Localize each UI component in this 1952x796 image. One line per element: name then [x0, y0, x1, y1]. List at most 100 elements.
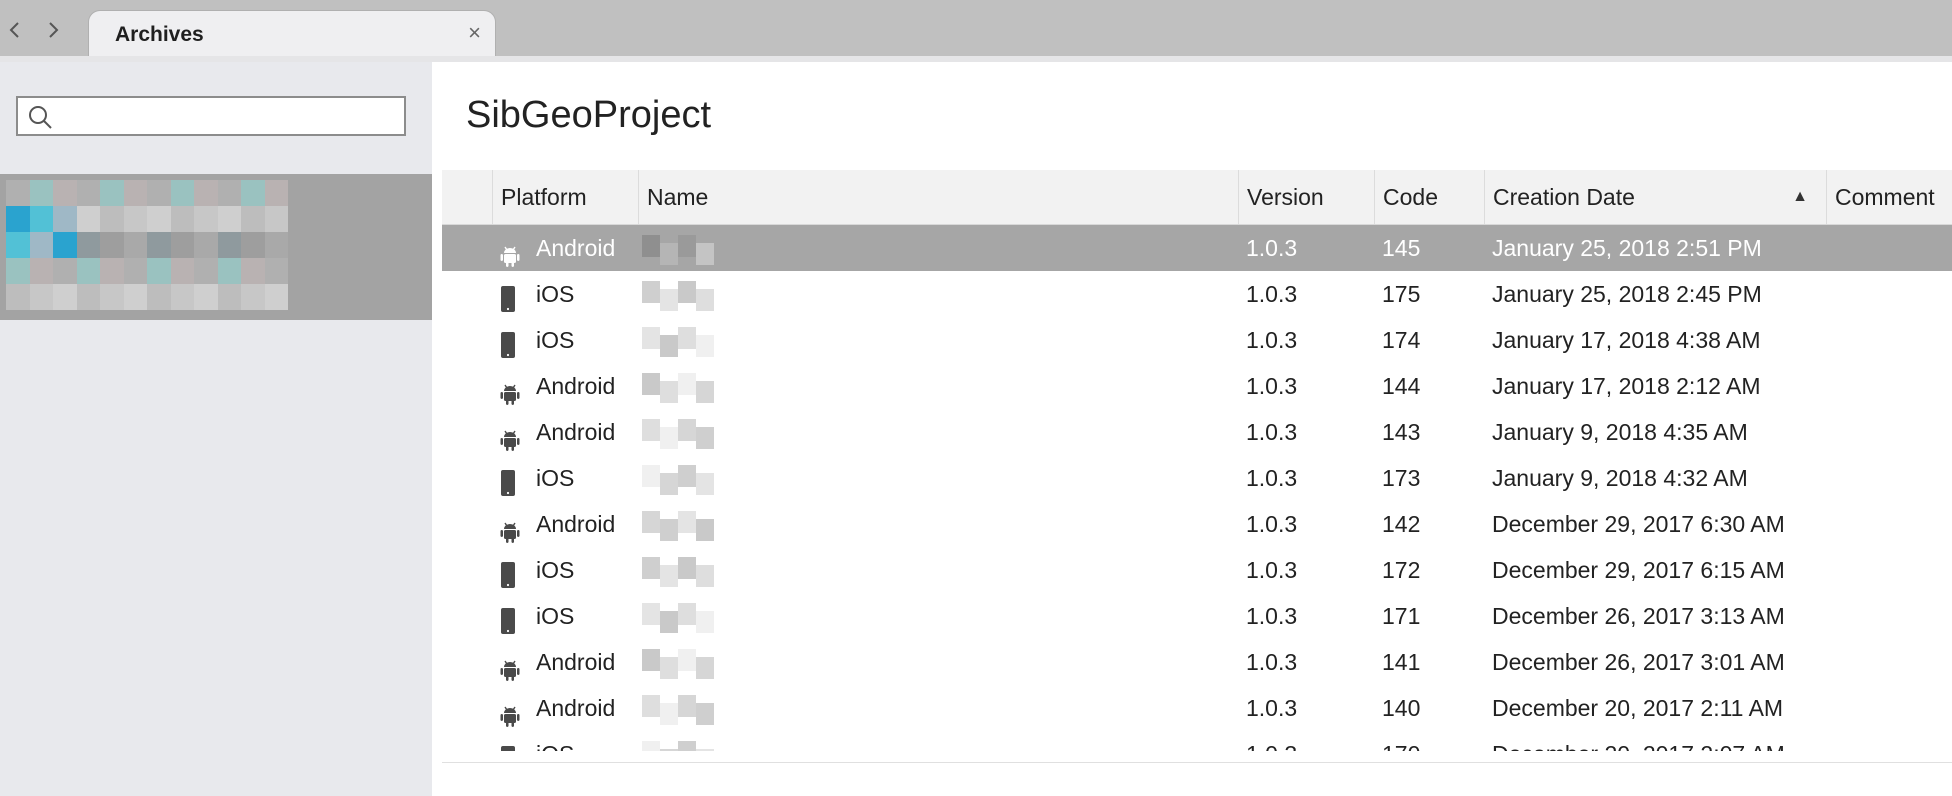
blur-pixel	[217, 180, 241, 206]
redacted-block	[678, 419, 696, 441]
blur-pixel	[241, 258, 265, 284]
column-header-blank[interactable]	[442, 170, 492, 224]
redacted-block	[660, 335, 678, 357]
blur-pixel	[123, 284, 147, 310]
platform-cell: iOS	[536, 731, 574, 751]
tab-archives[interactable]: Archives ×	[88, 10, 496, 57]
column-header-version[interactable]: Version	[1238, 170, 1374, 224]
version-cell: 1.0.3	[1246, 235, 1298, 261]
name-cell-redacted	[642, 413, 732, 451]
blur-pixel	[29, 206, 53, 232]
name-cell-redacted	[642, 321, 732, 359]
version-cell: 1.0.3	[1246, 557, 1298, 583]
iphone-icon	[501, 562, 515, 588]
android-icon	[500, 430, 520, 451]
version-cell: 1.0.3	[1246, 465, 1298, 491]
version-cell: 1.0.3	[1246, 419, 1298, 445]
tab-title: Archives	[115, 23, 204, 46]
android-icon	[500, 660, 520, 681]
table-row[interactable]: Android 1.0.3 140 December 20, 2017 2:11…	[442, 685, 1952, 731]
blur-pixel	[6, 284, 30, 310]
iphone-icon	[501, 332, 515, 358]
table-row[interactable]: iOS 1.0.3 175 January 25, 2018 2:45 PM	[442, 271, 1952, 317]
table-row[interactable]: Android 1.0.3 145 January 25, 2018 2:51 …	[442, 225, 1952, 271]
code-cell: 175	[1382, 281, 1421, 307]
column-header-name[interactable]: Name	[638, 170, 1238, 224]
android-icon	[500, 384, 520, 405]
blur-pixel	[6, 258, 30, 284]
version-cell: 1.0.3	[1246, 731, 1297, 751]
column-header-platform[interactable]: Platform	[492, 170, 638, 224]
redacted-block	[642, 695, 660, 717]
table-row[interactable]: iOS 1.0.3 170 December 20, 2017 2:07 AM	[442, 731, 1952, 751]
column-header-code[interactable]: Code	[1374, 170, 1484, 224]
creation-date-cell: December 29, 2017 6:30 AM	[1492, 511, 1785, 537]
code-cell: 141	[1382, 649, 1421, 675]
redacted-block	[696, 289, 714, 311]
column-header-creation-date[interactable]: Creation Date ▲	[1484, 170, 1826, 224]
redacted-block	[660, 657, 678, 679]
redacted-block	[696, 611, 714, 633]
tab-bar: Archives ×	[0, 0, 1952, 57]
code-cell: 173	[1382, 465, 1421, 491]
blur-pixel	[264, 284, 288, 310]
table-row[interactable]: iOS 1.0.3 173 January 9, 2018 4:32 AM	[442, 455, 1952, 501]
blur-pixel	[170, 284, 194, 310]
blur-pixel	[100, 258, 124, 284]
table-row[interactable]: iOS 1.0.3 172 December 29, 2017 6:15 AM	[442, 547, 1952, 593]
table-row[interactable]: Android 1.0.3 144 January 17, 2018 2:12 …	[442, 363, 1952, 409]
table-row[interactable]: iOS 1.0.3 174 January 17, 2018 4:38 AM	[442, 317, 1952, 363]
redacted-block	[696, 519, 714, 541]
code-cell: 171	[1382, 603, 1421, 629]
platform-cell: Android	[536, 419, 616, 445]
forward-button[interactable]	[38, 10, 68, 50]
iphone-icon	[501, 286, 515, 312]
sidebar-item-selected[interactable]	[0, 174, 432, 320]
name-cell-redacted	[642, 643, 732, 681]
archives-table: Platform Name Version Code Creation Date…	[442, 170, 1952, 751]
blur-pixel	[76, 180, 100, 206]
iphone-icon	[501, 608, 515, 634]
code-cell: 142	[1382, 511, 1421, 537]
blur-pixel	[123, 206, 147, 232]
platform-cell: iOS	[536, 465, 575, 491]
code-cell: 145	[1382, 235, 1421, 261]
blur-pixel	[76, 232, 100, 258]
sidebar	[0, 62, 432, 796]
creation-date-cell: January 17, 2018 2:12 AM	[1492, 373, 1761, 399]
platform-cell: Android	[536, 695, 616, 721]
blur-pixel	[194, 180, 218, 206]
version-cell: 1.0.3	[1246, 695, 1298, 721]
redacted-block	[696, 657, 714, 679]
table-row[interactable]: Android 1.0.3 141 December 26, 2017 3:01…	[442, 639, 1952, 685]
version-cell: 1.0.3	[1246, 327, 1298, 353]
blur-pixel	[264, 258, 288, 284]
creation-date-cell: January 25, 2018 2:51 PM	[1492, 235, 1762, 261]
back-button[interactable]	[0, 10, 30, 50]
name-cell-redacted	[642, 597, 732, 635]
platform-cell: iOS	[536, 281, 575, 307]
blur-pixel	[147, 232, 171, 258]
search-input[interactable]	[66, 104, 400, 130]
redacted-block	[660, 565, 678, 587]
blur-pixel	[170, 206, 194, 232]
column-header-comment[interactable]: Comment	[1826, 170, 1952, 224]
platform-icon	[500, 327, 520, 358]
redacted-block	[678, 649, 696, 671]
redacted-block	[642, 649, 660, 671]
table-row[interactable]: Android 1.0.3 143 January 9, 2018 4:35 A…	[442, 409, 1952, 455]
chevron-left-icon	[9, 22, 19, 38]
code-cell: 143	[1382, 419, 1421, 445]
name-cell-redacted	[642, 459, 732, 497]
blur-pixel	[76, 284, 100, 310]
blur-pixel	[6, 232, 30, 258]
version-cell: 1.0.3	[1246, 373, 1298, 399]
table-row[interactable]: iOS 1.0.3 171 December 26, 2017 3:13 AM	[442, 593, 1952, 639]
close-icon[interactable]: ×	[468, 20, 481, 46]
table-row[interactable]: Android 1.0.3 142 December 29, 2017 6:30…	[442, 501, 1952, 547]
blur-pixel	[123, 232, 147, 258]
search-field[interactable]	[16, 96, 406, 136]
redacted-block	[660, 749, 678, 751]
redacted-block	[660, 519, 678, 541]
blur-pixel	[100, 284, 124, 310]
